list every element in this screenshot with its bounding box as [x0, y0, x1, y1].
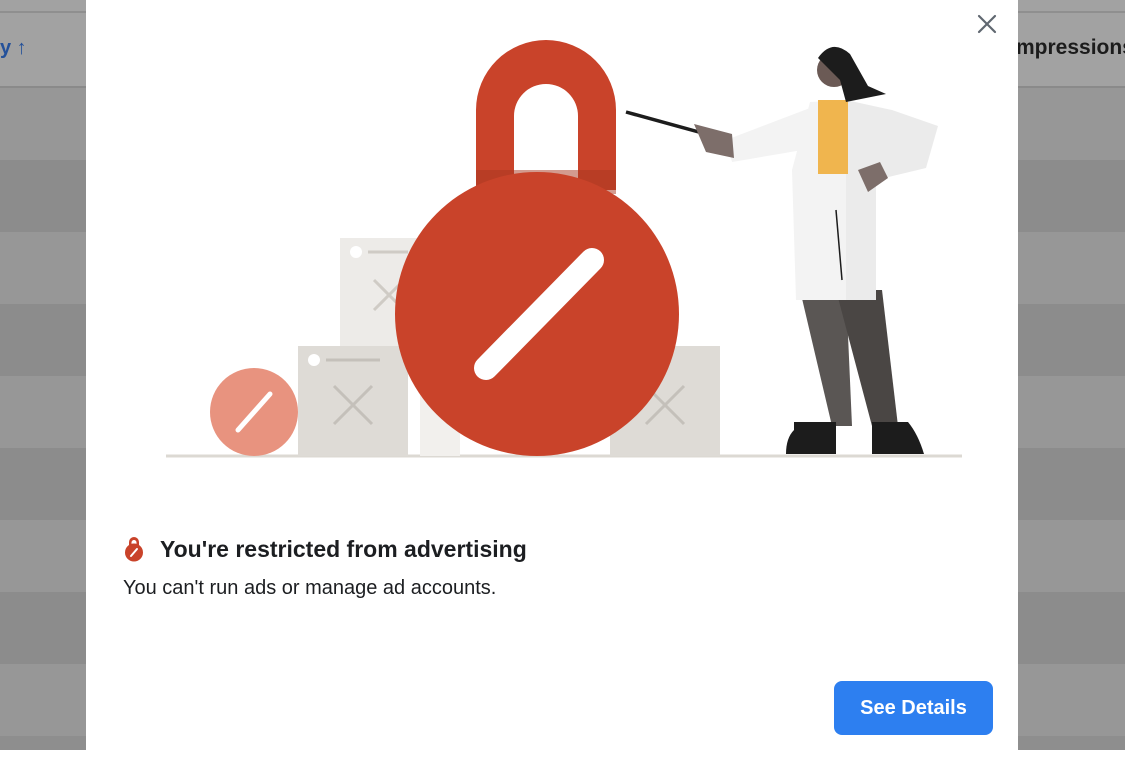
dialog-header: You're restricted from advertising: [122, 535, 527, 563]
column-header-impressions: mpressions: [1016, 36, 1125, 59]
dialog-title: You're restricted from advertising: [160, 535, 527, 562]
restriction-dialog: You're restricted from advertising You c…: [86, 0, 1018, 760]
dialog-message: You can't run ads or manage ad accounts.: [123, 577, 497, 599]
see-details-button[interactable]: See Details: [834, 681, 993, 735]
restriction-illustration: [166, 40, 962, 458]
small-restricted-icon: [210, 368, 298, 456]
restricted-lock-icon: [125, 537, 143, 562]
box-icon: [298, 346, 408, 456]
padlock-icon: [395, 40, 679, 456]
sort-indicator: y ↑: [0, 37, 27, 59]
